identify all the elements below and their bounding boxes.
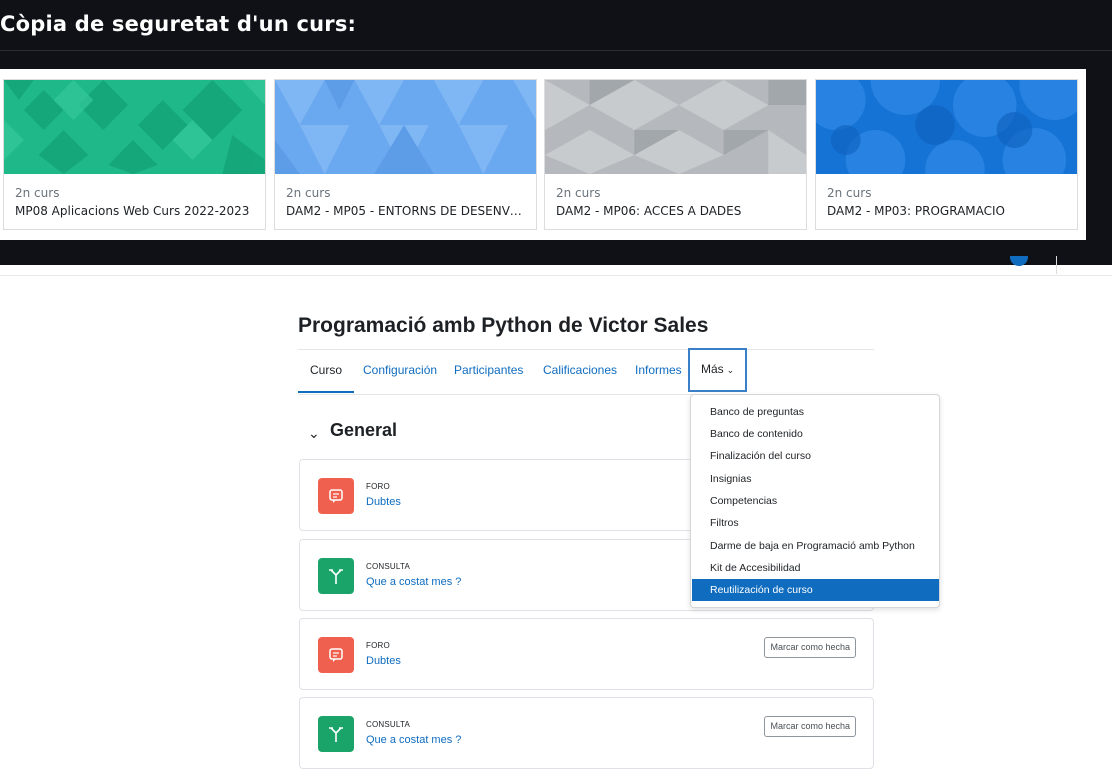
tab-settings[interactable]: Configuración — [363, 350, 437, 393]
activity-link[interactable]: Dubtes — [366, 496, 401, 508]
forum-icon — [318, 637, 354, 673]
course-card-name[interactable]: DAM2 - MP03: PROGRAMACIO — [827, 204, 1072, 218]
course-card-image — [4, 80, 265, 174]
course-card-category: 2n curs — [286, 186, 331, 200]
course-card[interactable]: 2n curs DAM2 - MP03: PROGRAMACIO — [815, 79, 1078, 230]
course-card[interactable]: 2n curs DAM2 - MP06: ACCES A DADES — [544, 79, 807, 230]
activity-item: FORO Dubtes Marcar como hecha — [299, 618, 874, 690]
divider — [0, 50, 1112, 51]
section-title[interactable]: General — [330, 420, 397, 441]
menu-item-course-completion[interactable]: Finalización del curso — [692, 445, 939, 467]
menu-item-course-reuse[interactable]: Reutilización de curso — [692, 579, 939, 601]
page-title: Programació amb Python de Victor Sales — [298, 314, 709, 337]
banner-title: Còpia de seguretat d'un curs: — [0, 12, 357, 36]
choice-icon — [318, 558, 354, 594]
course-card-category: 2n curs — [827, 186, 872, 200]
divider — [0, 275, 1112, 276]
mark-as-done-button[interactable]: Marcar como hecha — [764, 716, 856, 737]
menu-item-competencies[interactable]: Competencias — [692, 490, 939, 512]
menu-item-question-bank[interactable]: Banco de preguntas — [692, 401, 939, 423]
divider — [1056, 256, 1057, 274]
course-cards-strip: 2n curs MP08 Aplicacions Web Curs 2022-2… — [0, 69, 1086, 240]
menu-item-unenrol[interactable]: Darme de baja en Programació amb Python — [692, 535, 939, 557]
course-secondary-nav: Curso Configuración Participantes Califi… — [298, 348, 874, 395]
activity-type: CONSULTA — [366, 720, 410, 729]
tab-grades[interactable]: Calificaciones — [543, 350, 617, 393]
chevron-down-icon: ⌄ — [726, 365, 735, 375]
course-card[interactable]: 2n curs DAM2 - MP05 - ENTORNS DE DESENVO… — [274, 79, 537, 230]
activity-link[interactable]: Que a costat mes ? — [366, 734, 461, 746]
mark-as-done-button[interactable]: Marcar como hecha — [764, 637, 856, 658]
menu-item-accessibility-kit[interactable]: Kit de Accesibilidad — [692, 557, 939, 579]
more-menu: Banco de preguntas Banco de contenido Fi… — [690, 394, 940, 608]
course-card-name[interactable]: MP08 Aplicacions Web Curs 2022-2023 — [15, 204, 260, 218]
tab-more[interactable]: Más ⌄ — [688, 348, 748, 392]
chevron-down-icon[interactable]: ⌄ — [308, 425, 320, 442]
course-backup-banner: Còpia de seguretat d'un curs: 2n curs MP… — [0, 0, 1112, 265]
activity-type: FORO — [366, 641, 390, 650]
forum-icon — [318, 478, 354, 514]
activity-type: FORO — [366, 482, 390, 491]
menu-item-filters[interactable]: Filtros — [692, 512, 939, 534]
course-card-category: 2n curs — [556, 186, 601, 200]
activity-type: CONSULTA — [366, 562, 410, 571]
activity-item: CONSULTA Que a costat mes ? Marcar como … — [299, 697, 874, 769]
choice-icon — [318, 716, 354, 752]
menu-item-content-bank[interactable]: Banco de contenido — [692, 423, 939, 445]
course-card-name[interactable]: DAM2 - MP06: ACCES A DADES — [556, 204, 801, 218]
course-card-category: 2n curs — [15, 186, 60, 200]
activity-link[interactable]: Dubtes — [366, 655, 401, 667]
tab-participants[interactable]: Participantes — [454, 350, 523, 393]
course-card-name[interactable]: DAM2 - MP05 - ENTORNS DE DESENVOL... — [286, 204, 531, 218]
course-card[interactable]: 2n curs MP08 Aplicacions Web Curs 2022-2… — [3, 79, 266, 230]
menu-item-badges[interactable]: Insignias — [692, 468, 939, 490]
course-card-image — [816, 80, 1077, 174]
course-card-image — [275, 80, 536, 174]
tab-more-label: Más — [701, 362, 724, 376]
activity-link[interactable]: Que a costat mes ? — [366, 576, 461, 588]
course-card-image — [545, 80, 806, 174]
tab-course[interactable]: Curso — [298, 350, 355, 393]
tab-reports[interactable]: Informes — [635, 350, 682, 393]
